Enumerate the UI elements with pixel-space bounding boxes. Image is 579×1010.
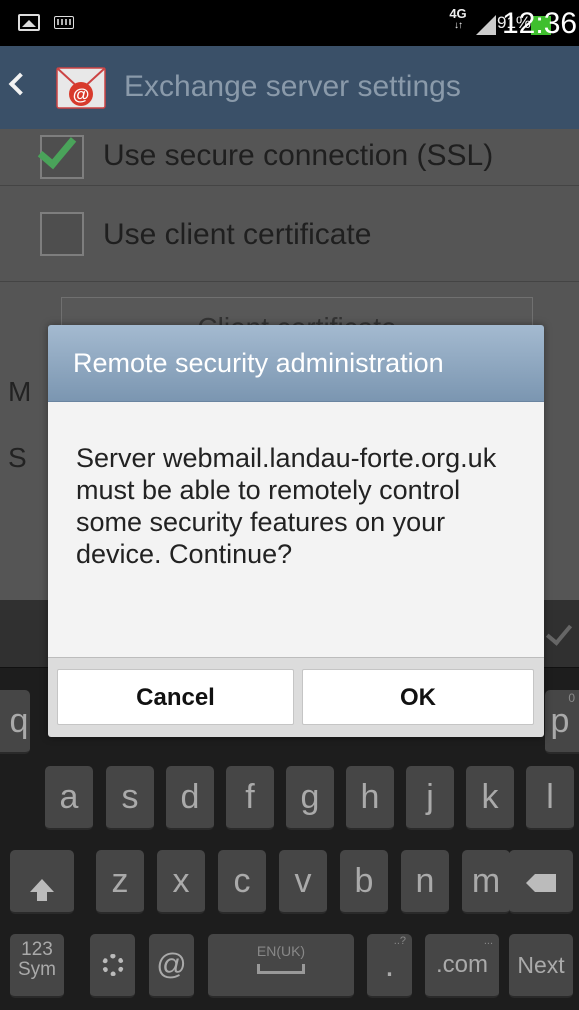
key-g[interactable]: g xyxy=(286,766,334,830)
period-key-hint: ..? xyxy=(393,935,406,947)
key-c[interactable]: c xyxy=(218,850,266,914)
sym-key[interactable]: 123 Sym xyxy=(10,934,64,998)
key-label: f xyxy=(245,778,255,816)
key-label: j xyxy=(426,778,434,816)
checkmark-icon[interactable] xyxy=(545,618,573,646)
key-n[interactable]: n xyxy=(401,850,449,914)
ssl-checkbox[interactable] xyxy=(37,129,84,179)
key-label: z xyxy=(111,862,129,900)
key-d[interactable]: d xyxy=(166,766,214,830)
gear-icon xyxy=(101,954,124,976)
status-bar: 4G ↓↑ 91% 12:36 xyxy=(0,0,579,46)
key-label: l xyxy=(546,778,554,816)
key-a[interactable]: a xyxy=(45,766,93,830)
svg-text:@: @ xyxy=(73,85,90,104)
client-cert-checkbox[interactable] xyxy=(40,212,84,256)
key-label: v xyxy=(294,862,312,900)
key-f[interactable]: f xyxy=(226,766,274,830)
network-indicator: 4G ↓↑ xyxy=(447,6,469,32)
key-label: b xyxy=(354,862,374,900)
key-l[interactable]: l xyxy=(526,766,574,830)
dialog-footer: Cancel OK xyxy=(48,657,544,737)
space-key-label: EN(UK) xyxy=(256,943,306,959)
space-icon xyxy=(257,964,305,974)
page-title: Exchange server settings xyxy=(124,70,461,103)
key-label: k xyxy=(481,778,499,816)
sym-key-bottom: Sym xyxy=(18,959,56,980)
key-v[interactable]: v xyxy=(279,850,327,914)
backspace-icon xyxy=(526,874,556,892)
action-bar: @ Exchange server settings xyxy=(0,46,579,129)
key-label: g xyxy=(300,778,320,816)
dialog-title: Remote security administration xyxy=(73,348,444,378)
shift-key[interactable] xyxy=(10,850,74,914)
next-key-label: Next xyxy=(517,952,565,978)
ssl-label: Use secure connection (SSL) xyxy=(103,139,494,172)
hidden-setting-label: S xyxy=(8,442,27,473)
cancel-button[interactable]: Cancel xyxy=(57,669,294,725)
settings-key[interactable] xyxy=(90,934,135,998)
period-key-label: . xyxy=(384,946,395,984)
com-key[interactable]: ... .com xyxy=(425,934,499,998)
clock: 12:36 xyxy=(502,7,578,40)
shift-icon xyxy=(30,879,54,901)
dialog-body: Server webmail.landau-forte.org.uk must … xyxy=(48,402,544,657)
checkmark-icon xyxy=(37,129,77,170)
data-arrows-icon: ↓↑ xyxy=(454,20,463,31)
backspace-key[interactable] xyxy=(509,850,573,914)
space-key[interactable]: EN(UK) xyxy=(208,934,354,998)
ok-button[interactable]: OK xyxy=(302,669,534,725)
client-cert-setting-row[interactable]: Use client certificate xyxy=(0,186,579,281)
key-h[interactable]: h xyxy=(346,766,394,830)
key-label: h xyxy=(360,778,380,816)
sym-key-top: 123 xyxy=(21,939,53,960)
at-key-label: @ xyxy=(156,948,187,981)
at-key[interactable]: @ xyxy=(149,934,194,998)
key-m[interactable]: m xyxy=(462,850,510,914)
key-label: a xyxy=(59,778,79,816)
key-x[interactable]: x xyxy=(157,850,205,914)
network-type: 4G xyxy=(449,6,467,21)
key-k[interactable]: k xyxy=(466,766,514,830)
signal-icon xyxy=(476,15,496,35)
next-key[interactable]: Next xyxy=(509,934,573,998)
key-label: c xyxy=(233,862,251,900)
email-app-icon[interactable]: @ xyxy=(55,64,107,112)
key-p[interactable]: p 0 xyxy=(545,690,579,754)
com-key-hint: ... xyxy=(483,935,493,947)
keyboard-icon xyxy=(54,16,74,29)
hidden-setting-label: M xyxy=(8,376,32,407)
back-icon[interactable] xyxy=(8,72,32,96)
remote-security-dialog: Remote security administration Server we… xyxy=(48,325,544,737)
key-label: d xyxy=(180,778,200,816)
key-s[interactable]: s xyxy=(106,766,154,830)
key-p-label: p xyxy=(550,702,570,740)
key-label: x xyxy=(172,862,190,900)
key-j[interactable]: j xyxy=(406,766,454,830)
com-key-label: .com xyxy=(435,951,488,978)
dialog-header: Remote security administration xyxy=(48,325,544,402)
client-cert-label: Use client certificate xyxy=(103,218,372,251)
divider xyxy=(0,281,579,282)
key-label: m xyxy=(471,862,501,900)
key-label: n xyxy=(415,862,435,900)
key-q[interactable]: q xyxy=(0,690,30,754)
key-z[interactable]: z xyxy=(96,850,144,914)
key-p-hint: 0 xyxy=(568,691,575,705)
dialog-message: Server webmail.landau-forte.org.uk must … xyxy=(76,443,497,569)
key-b[interactable]: b xyxy=(340,850,388,914)
key-q-label: q xyxy=(9,702,29,740)
period-key[interactable]: ..? . xyxy=(367,934,412,998)
key-label: s xyxy=(121,778,139,816)
image-icon xyxy=(18,14,40,31)
